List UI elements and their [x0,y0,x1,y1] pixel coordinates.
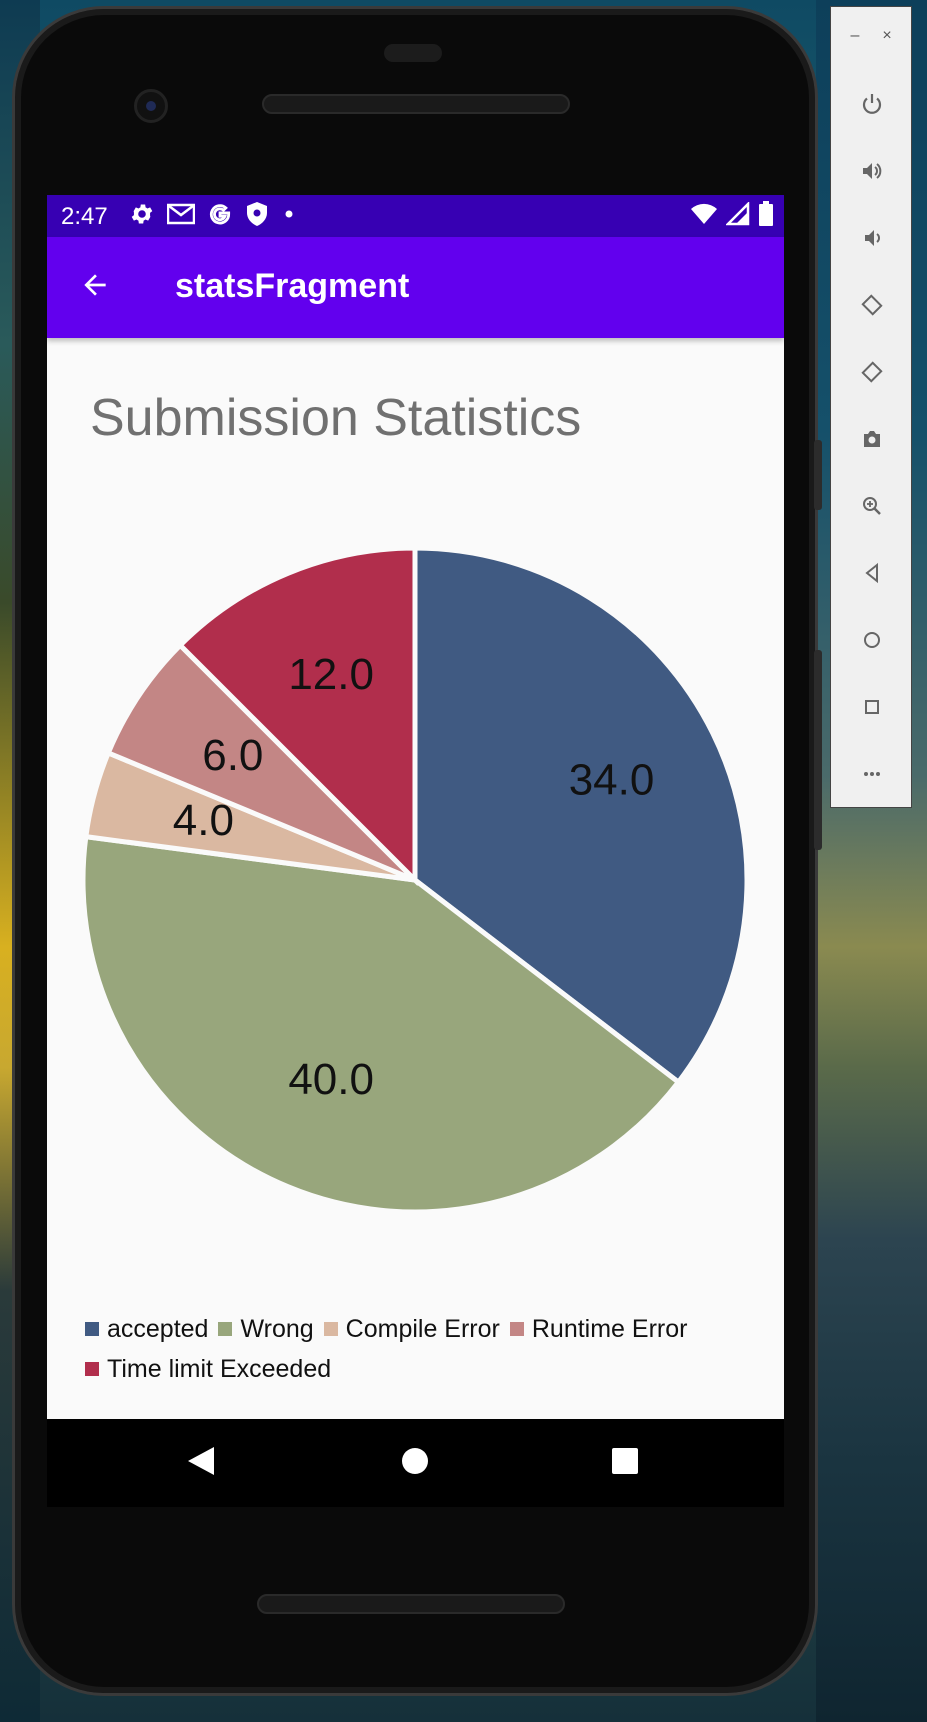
pie-value-label: 12.0 [288,650,374,699]
rotate-right-icon [860,360,884,389]
emulator-window-controls: – × [831,7,913,71]
legend-swatch [509,1322,524,1336]
nav-recents-button[interactable] [603,1441,647,1485]
more-icon [860,762,884,791]
legend-swatch [85,1362,99,1376]
bottom-speaker-grille [257,1594,565,1614]
emulator-toolbar: – × [830,6,912,808]
phone-volume-rocker [814,650,822,850]
triangle-back-icon [186,1445,216,1482]
earpiece [384,44,442,62]
phone-screen: 2:47 statsFragment Submission Statistics… [47,195,784,1419]
pie-value-label: 6.0 [202,731,263,780]
legend-swatch [218,1322,233,1336]
emulator-overview-button[interactable] [851,688,893,730]
close-button[interactable]: × [877,27,897,47]
pie-value-label: 34.0 [569,756,655,805]
overview-icon [860,695,884,724]
power-icon [860,92,884,121]
emulator-rotate-left-button[interactable] [851,286,893,328]
camera-icon [860,427,884,456]
emulator-back-button[interactable] [851,554,893,596]
legend-item: accepted [85,1315,208,1343]
nav-home-button[interactable] [393,1441,437,1485]
rotate-left-icon [860,293,884,322]
legend-item: Wrong [218,1314,314,1343]
volume-down-icon [860,226,884,255]
front-camera [134,89,168,123]
chart-legend: accepted Wrong Compile Error Runtime Error T… [85,1315,765,1383]
home-icon [860,628,884,657]
emulator-power-button[interactable] [851,85,893,127]
emulator-volume-up-button[interactable] [851,152,893,194]
nav-back-button[interactable] [179,1441,223,1485]
emulator-rotate-right-button[interactable] [851,353,893,395]
square-recents-icon [611,1447,639,1480]
top-speaker-grille [262,94,570,114]
legend-label: Compile Error [345,1314,500,1343]
circle-home-icon [400,1446,430,1481]
back-icon [860,561,884,590]
phone-side-button [814,440,822,510]
legend-item: Runtime Error [509,1314,688,1343]
pie-value-label: 4.0 [173,796,234,845]
legend-swatch [85,1322,99,1336]
legend-label: accepted [107,1314,209,1343]
emulator-volume-down-button[interactable] [851,219,893,261]
pie-chart: 34.0 40.0 4.0 6.0 12.0 [80,545,750,1215]
navigation-bar [47,1419,784,1507]
legend-swatch [323,1322,338,1336]
legend-item: Compile Error [323,1314,500,1343]
legend-label: Runtime Error [531,1314,688,1343]
emulator-more-button[interactable] [851,755,893,797]
legend-label: Wrong [240,1314,314,1343]
emulator-zoom-button[interactable] [851,487,893,529]
emulator-screenshot-button[interactable] [851,420,893,462]
legend-label: Time limit Exceeded [107,1354,332,1383]
volume-up-icon [860,159,884,188]
minimize-button[interactable]: – [845,27,865,47]
emulator-home-button[interactable] [851,621,893,663]
legend-item: Time limit Exceeded [85,1355,331,1383]
pie-value-label: 40.0 [288,1055,374,1104]
zoom-icon [860,494,884,523]
